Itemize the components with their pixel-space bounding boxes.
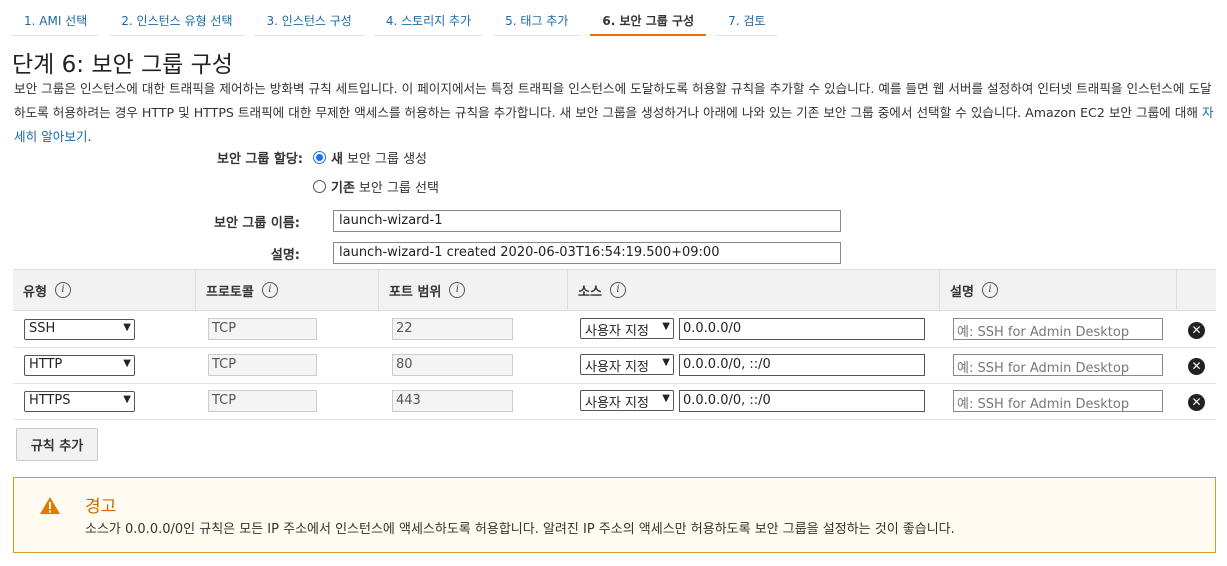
col-type-label: 유형	[23, 284, 47, 300]
warning-alert: 경고 소스가 0.0.0.0/0인 규칙은 모든 IP 주소에서 인스턴스에 액…	[13, 477, 1216, 553]
radio-new-icon[interactable]	[313, 151, 326, 164]
source-mode-select[interactable]: 사용자 지정 ▼	[580, 318, 674, 339]
chevron-down-icon: ▼	[123, 322, 131, 333]
info-icon[interactable]: i	[609, 282, 626, 298]
type-value: SSH	[29, 321, 56, 336]
port-field: 22	[392, 318, 513, 340]
page-title: 단계 6: 보안 그룹 구성	[12, 52, 233, 78]
warning-icon	[40, 497, 60, 514]
step-add-storage[interactable]: 4. 스토리지 추가	[373, 6, 484, 36]
radio-existing-bold: 기존	[331, 181, 355, 196]
type-select[interactable]: HTTPS ▼	[24, 391, 135, 412]
protocol-field: TCP	[208, 354, 317, 376]
source-input[interactable]: 0.0.0.0/0, ::/0	[679, 390, 925, 412]
col-description-label: 설명	[950, 284, 974, 300]
info-icon[interactable]: i	[54, 282, 71, 298]
rule-description-input[interactable]: 예: SSH for Admin Desktop	[953, 354, 1163, 376]
radio-existing-icon[interactable]	[313, 180, 326, 193]
intro-body: 보안 그룹은 인스턴스에 대한 트래픽을 제어하는 방화벽 규칙 세트입니다. …	[14, 81, 1212, 120]
col-type: 유형 i	[13, 270, 195, 310]
col-protocol-label: 프로토콜	[206, 284, 254, 300]
radio-existing-label: 보안 그룹 선택	[358, 181, 439, 196]
port-field: 443	[392, 390, 513, 412]
info-icon[interactable]: i	[261, 282, 278, 298]
intro-text: 보안 그룹은 인스턴스에 대한 트래픽을 제어하는 방화벽 규칙 세트입니다. …	[14, 77, 1214, 149]
warning-title: 경고	[85, 497, 117, 517]
radio-existing-group[interactable]: 기존 보안 그룹 선택	[313, 177, 439, 196]
source-mode-value: 사용자 지정	[585, 324, 649, 339]
col-source-label: 소스	[578, 284, 602, 300]
table-row: HTTPS ▼ TCP 443 사용자 지정 ▼ 0.0.0.0/0, ::/0 예…	[13, 384, 1216, 420]
intro-end: .	[87, 129, 92, 144]
group-name-input[interactable]: launch-wizard-1	[333, 210, 841, 232]
source-mode-value: 사용자 지정	[585, 396, 649, 411]
protocol-field: TCP	[208, 390, 317, 412]
radio-new-group[interactable]: 새 보안 그룹 생성	[313, 148, 427, 167]
chevron-down-icon: ▼	[662, 357, 670, 368]
rule-description-input[interactable]: 예: SSH for Admin Desktop	[953, 318, 1163, 340]
rule-description-input[interactable]: 예: SSH for Admin Desktop	[953, 390, 1163, 412]
source-mode-select[interactable]: 사용자 지정 ▼	[580, 390, 674, 411]
step-security-group[interactable]: 6. 보안 그룹 구성	[590, 6, 707, 36]
chevron-down-icon: ▼	[123, 394, 131, 405]
info-icon[interactable]: i	[449, 282, 466, 298]
chevron-down-icon: ▼	[123, 358, 131, 369]
type-value: HTTP	[29, 357, 63, 372]
radio-new-bold: 새	[331, 152, 343, 167]
step-instance-type[interactable]: 2. 인스턴스 유형 선택	[109, 6, 245, 36]
description-label: 설명:	[270, 248, 300, 263]
remove-rule-icon[interactable]: ✕	[1188, 358, 1205, 375]
step-configure-instance[interactable]: 3. 인스턴스 구성	[254, 6, 364, 36]
type-select[interactable]: SSH ▼	[24, 319, 135, 340]
type-value: HTTPS	[29, 393, 71, 408]
step-add-tags[interactable]: 5. 태그 추가	[493, 6, 581, 36]
source-mode-select[interactable]: 사용자 지정 ▼	[580, 354, 674, 375]
port-field: 80	[392, 354, 513, 376]
col-protocol: 프로토콜 i	[195, 270, 378, 310]
protocol-field: TCP	[208, 318, 317, 340]
radio-new-label: 보안 그룹 생성	[346, 152, 427, 167]
chevron-down-icon: ▼	[662, 393, 670, 404]
description-input[interactable]: launch-wizard-1 created 2020-06-03T16:54…	[333, 242, 841, 264]
type-select[interactable]: HTTP ▼	[24, 355, 135, 376]
wizard-steps: 1. AMI 선택 2. 인스턴스 유형 선택 3. 인스턴스 구성 4. 스토…	[12, 6, 787, 36]
table-row: SSH ▼ TCP 22 사용자 지정 ▼ 0.0.0.0/0 예: SSH for…	[13, 312, 1216, 348]
assign-label: 보안 그룹 할당:	[216, 152, 303, 167]
remove-rule-icon[interactable]: ✕	[1188, 322, 1205, 339]
step-ami[interactable]: 1. AMI 선택	[12, 6, 100, 36]
info-icon[interactable]: i	[981, 282, 998, 298]
add-rule-button[interactable]: 규칙 추가	[16, 428, 98, 461]
warning-text: 소스가 0.0.0.0/0인 규칙은 모든 IP 주소에서 인스턴스에 액세스하…	[85, 522, 955, 537]
source-input[interactable]: 0.0.0.0/0	[679, 318, 925, 340]
col-port: 포트 범위 i	[378, 270, 567, 310]
source-mode-value: 사용자 지정	[585, 360, 649, 375]
col-description: 설명 i	[939, 270, 1176, 310]
table-row: HTTP ▼ TCP 80 사용자 지정 ▼ 0.0.0.0/0, ::/0 예: …	[13, 348, 1216, 384]
col-source: 소스 i	[567, 270, 939, 310]
group-name-label: 보안 그룹 이름:	[213, 216, 300, 231]
col-port-label: 포트 범위	[389, 284, 442, 300]
rules-table-header: 유형 i 프로토콜 i 포트 범위 i 소스 i 설명 i	[13, 269, 1216, 311]
chevron-down-icon: ▼	[662, 321, 670, 332]
col-actions	[1176, 270, 1216, 310]
remove-rule-icon[interactable]: ✕	[1188, 394, 1205, 411]
source-input[interactable]: 0.0.0.0/0, ::/0	[679, 354, 925, 376]
step-review[interactable]: 7. 검토	[716, 6, 778, 36]
